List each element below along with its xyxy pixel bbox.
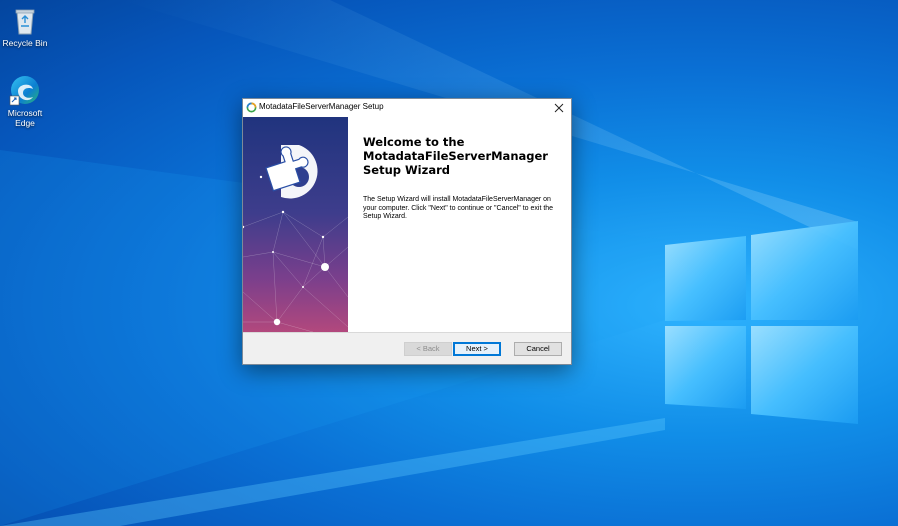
next-button[interactable]: Next > <box>453 342 501 356</box>
puzzle-logo-icon <box>265 145 318 199</box>
wizard-banner <box>243 117 348 332</box>
title-bar[interactable]: MotadataFileServerManager Setup <box>243 99 571 117</box>
desktop: Recycle Bin Microsoft Edge MotadataFileS… <box>0 0 898 526</box>
dialog-title: MotadataFileServerManager Setup <box>259 102 384 111</box>
heading-line: MotadataFileServerManager <box>363 149 548 163</box>
wizard-description: The Setup Wizard will install MotadataFi… <box>363 196 554 220</box>
desktop-icon-label: Microsoft Edge <box>7 108 43 128</box>
app-icon <box>246 102 257 113</box>
close-icon[interactable] <box>551 100 567 116</box>
heading-line: Welcome to the <box>363 135 465 149</box>
desktop-icon-label: Recycle Bin <box>2 38 48 48</box>
desktop-icon-edge[interactable]: Microsoft Edge <box>0 74 50 128</box>
desktop-icon-recycle-bin[interactable]: Recycle Bin <box>0 4 50 48</box>
heading-line: Setup Wizard <box>363 163 450 177</box>
wizard-heading: Welcome to the MotadataFileServerManager… <box>363 135 563 177</box>
banner-graphic <box>243 145 348 332</box>
cancel-button[interactable]: Cancel <box>514 342 562 356</box>
setup-dialog: MotadataFileServerManager Setup Welcome … <box>242 98 572 365</box>
recycle-bin-icon <box>15 9 35 35</box>
edge-icon <box>9 76 39 106</box>
button-bar: < Back Next > Cancel <box>243 332 571 364</box>
back-button[interactable]: < Back <box>404 342 452 356</box>
